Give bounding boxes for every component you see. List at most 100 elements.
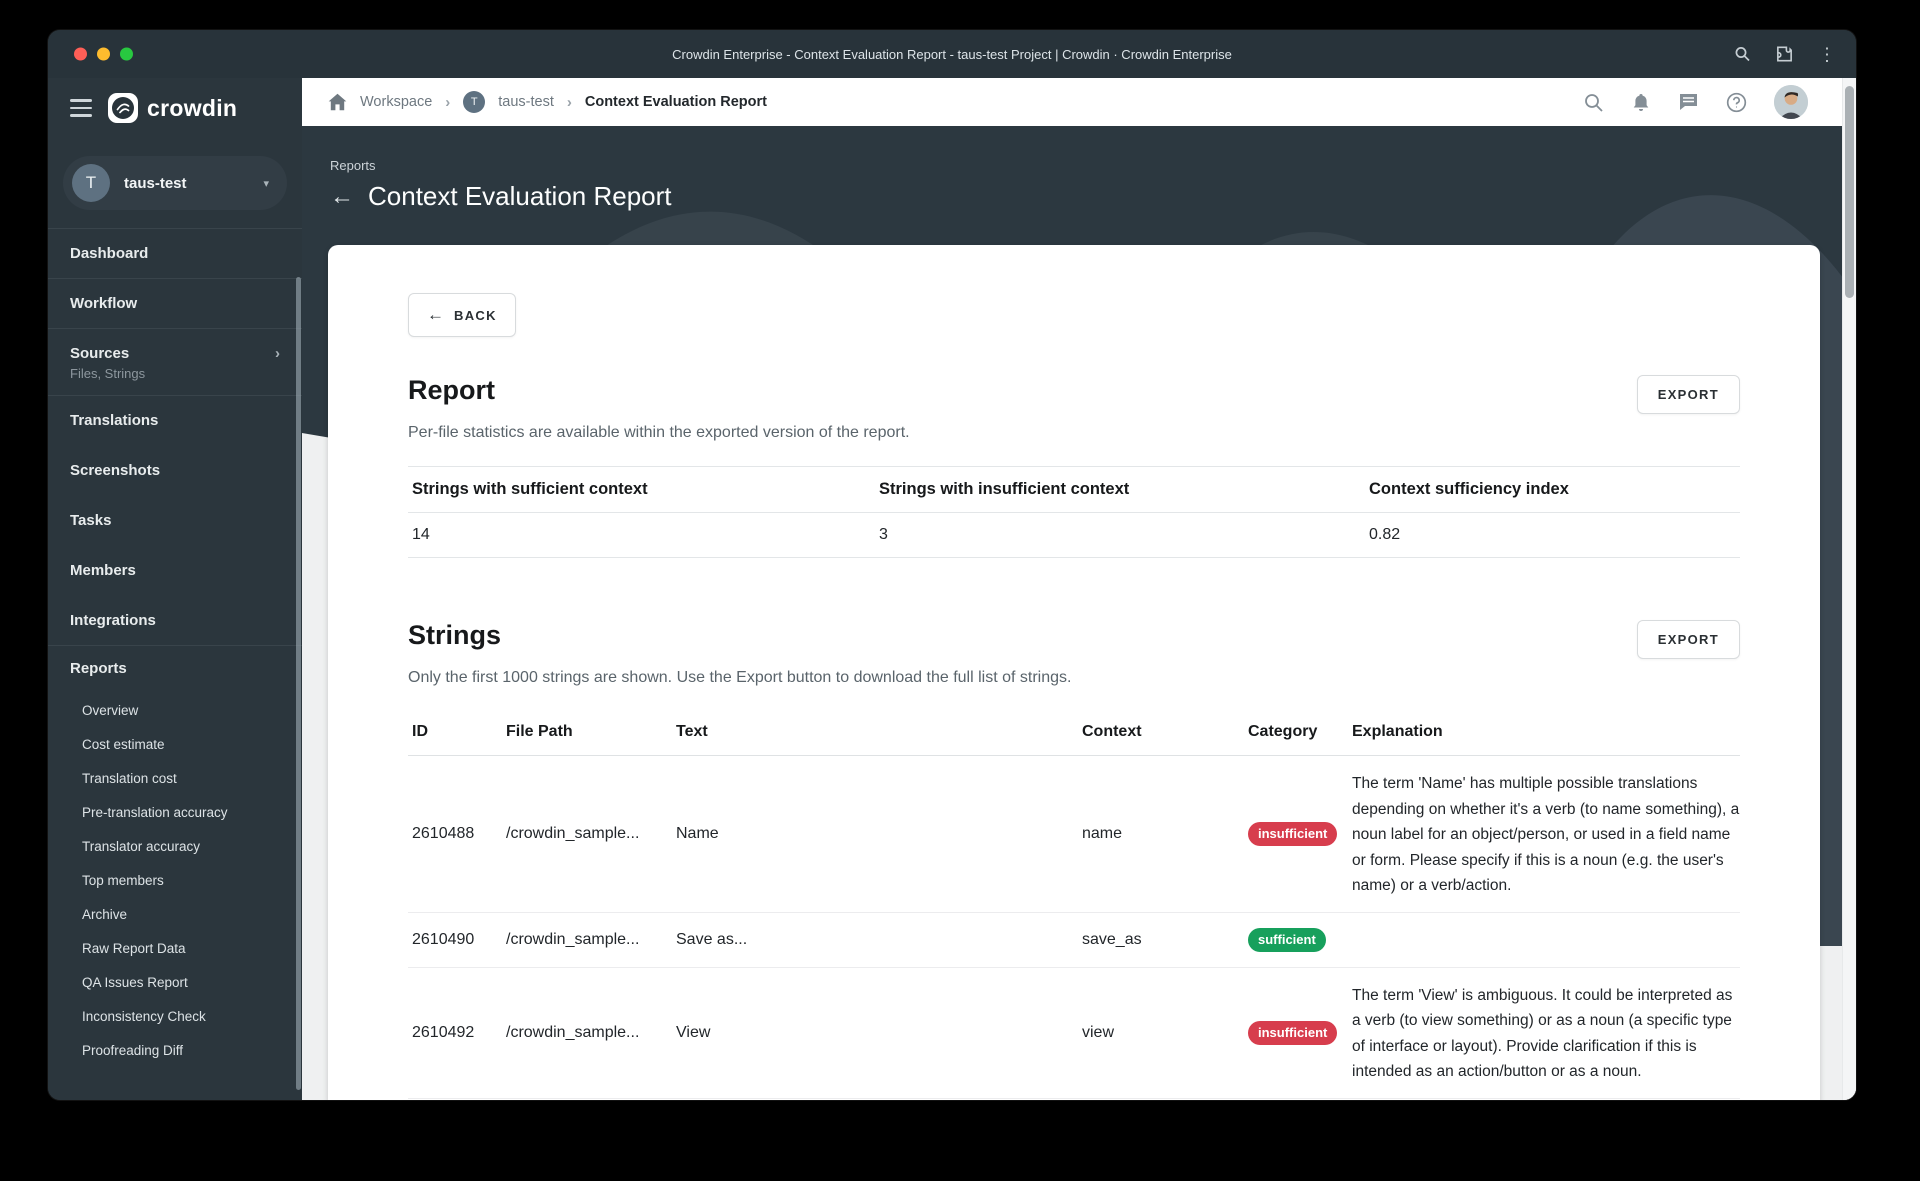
- sidebar-item-reports[interactable]: Reports: [48, 645, 302, 691]
- sidebar-item-members[interactable]: Members: [48, 545, 302, 595]
- sidebar-item-tasks[interactable]: Tasks: [48, 495, 302, 545]
- column-header-context: Context: [1082, 723, 1142, 740]
- page-title: Context Evaluation Report: [368, 181, 672, 211]
- app-window: Crowdin Enterprise - Context Evaluation …: [48, 30, 1856, 1100]
- sidebar: crowdin T taus-test ▾ Dashboard Workflow…: [48, 78, 302, 1100]
- strings-section-title: Strings: [408, 620, 502, 650]
- breadcrumb-project-avatar: T: [463, 91, 486, 113]
- browser-menu-icon[interactable]: ⋮: [1818, 45, 1836, 63]
- column-header-file-path: File Path: [506, 723, 573, 740]
- cell-file-path: /crowdin_sample...: [506, 930, 640, 948]
- page-scrollbar: [1842, 78, 1856, 1100]
- stat-header: Strings with sufficient context: [412, 480, 648, 498]
- sidebar-item-inconsistency-check[interactable]: Inconsistency Check: [48, 999, 302, 1033]
- strings-export-button[interactable]: EXPORT: [1636, 620, 1740, 659]
- table-row: 2610492 /crowdin_sample... View view ins…: [408, 968, 1740, 1099]
- minimize-window-button[interactable]: [97, 47, 110, 61]
- sidebar-item-archive[interactable]: Archive: [48, 897, 302, 931]
- strings-description: Only the first 1000 strings are shown. U…: [408, 669, 1072, 686]
- cell-explanation: The term 'Name' has multiple possible tr…: [1352, 775, 1740, 894]
- sidebar-item-qa-issues-report[interactable]: QA Issues Report: [48, 965, 302, 999]
- report-stats-table: Strings with sufficient context Strings …: [408, 466, 1740, 558]
- sidebar-item-dashboard[interactable]: Dashboard: [48, 228, 302, 278]
- sidebar-scrollbar[interactable]: [296, 277, 301, 1090]
- user-avatar[interactable]: [1774, 85, 1808, 119]
- column-header-category: Category: [1248, 723, 1318, 740]
- search-icon[interactable]: [1583, 92, 1604, 113]
- sidebar-item-translator-accuracy[interactable]: Translator accuracy: [48, 829, 302, 863]
- sidebar-item-integrations[interactable]: Integrations: [48, 595, 302, 645]
- cell-id: 2610490: [412, 930, 475, 948]
- crowdin-wordmark: crowdin: [147, 94, 238, 121]
- sidebar-item-top-members[interactable]: Top members: [48, 863, 302, 897]
- cell-text: Name: [676, 824, 719, 842]
- cell-text: View: [676, 1023, 711, 1041]
- stat-header: Context sufficiency index: [1369, 480, 1569, 498]
- stat-value: 3: [879, 526, 888, 543]
- column-header-explanation: Explanation: [1352, 723, 1443, 740]
- sidebar-item-overview[interactable]: Overview: [48, 693, 302, 727]
- titlebar-search-icon[interactable]: [1734, 46, 1751, 63]
- sidebar-item-cost-estimate[interactable]: Cost estimate: [48, 727, 302, 761]
- cell-file-path: /crowdin_sample...: [506, 824, 640, 842]
- report-card: ← BACK Report EXPORT Per-file statistics…: [328, 245, 1820, 1100]
- stat-header: Strings with insufficient context: [879, 480, 1130, 498]
- sidebar-item-proofreading-diff[interactable]: Proofreading Diff: [48, 1033, 302, 1067]
- crowdin-logo[interactable]: crowdin: [108, 93, 237, 123]
- breadcrumb-project[interactable]: taus-test: [498, 94, 554, 110]
- chevron-right-icon: ›: [275, 345, 280, 362]
- page-back-arrow-icon[interactable]: ←: [330, 183, 354, 211]
- zoom-window-button[interactable]: [120, 47, 133, 61]
- sidebar-item-translations[interactable]: Translations: [48, 395, 302, 445]
- table-row: 2610490 /crowdin_sample... Save as... sa…: [408, 913, 1740, 968]
- hamburger-menu-icon[interactable]: [70, 99, 92, 117]
- caret-down-icon: ▾: [263, 177, 269, 190]
- titlebar: Crowdin Enterprise - Context Evaluation …: [48, 30, 1856, 78]
- table-row: 2610488 /crowdin_sample... Name name ins…: [408, 756, 1740, 913]
- crowdin-logo-icon: [108, 93, 138, 123]
- traffic-lights: [74, 47, 133, 61]
- page-scrollbar-thumb[interactable]: [1845, 86, 1854, 298]
- close-window-button[interactable]: [74, 47, 87, 61]
- sidebar-item-raw-report-data[interactable]: Raw Report Data: [48, 931, 302, 965]
- project-name: taus-test: [124, 174, 187, 192]
- help-icon[interactable]: [1726, 92, 1747, 113]
- strings-table: ID File Path Text Context Category Expla…: [408, 709, 1740, 1099]
- stat-value: 14: [412, 526, 430, 543]
- cell-explanation: The term 'View' is ambiguous. It could b…: [1352, 986, 1733, 1081]
- topbar: Workspace › T taus-test › Context Evalua…: [302, 78, 1856, 126]
- page-content: Reports ← Context Evaluation Report ← BA…: [302, 126, 1856, 1100]
- category-badge: insufficient: [1248, 821, 1338, 846]
- messages-icon[interactable]: [1678, 92, 1699, 112]
- cell-context: view: [1082, 1023, 1115, 1041]
- breadcrumb-workspace[interactable]: Workspace: [360, 94, 432, 110]
- cell-id: 2610492: [412, 1023, 475, 1041]
- sidebar-item-translation-cost[interactable]: Translation cost: [48, 761, 302, 795]
- column-header-text: Text: [676, 723, 708, 740]
- notifications-bell-icon[interactable]: [1631, 92, 1651, 113]
- category-badge: sufficient: [1248, 927, 1326, 952]
- project-avatar: T: [72, 164, 110, 202]
- stat-value: 0.82: [1369, 526, 1401, 543]
- window-title: Crowdin Enterprise - Context Evaluation …: [672, 46, 1232, 62]
- project-selector[interactable]: T taus-test ▾: [63, 156, 287, 210]
- back-button[interactable]: ← BACK: [408, 293, 516, 337]
- sidebar-item-workflow[interactable]: Workflow: [48, 278, 302, 328]
- back-arrow-icon: ←: [427, 305, 444, 324]
- sidebar-item-screenshots[interactable]: Screenshots: [48, 445, 302, 495]
- report-section-title: Report: [408, 375, 495, 405]
- cell-context: name: [1082, 824, 1123, 842]
- strings-table-header: ID File Path Text Context Category Expla…: [408, 709, 1740, 756]
- home-icon[interactable]: [328, 93, 347, 111]
- extensions-icon[interactable]: [1775, 45, 1794, 64]
- cell-id: 2610488: [412, 824, 475, 842]
- main-area: Workspace › T taus-test › Context Evalua…: [302, 78, 1856, 1100]
- breadcrumb-chevron-icon: ›: [445, 93, 451, 111]
- breadcrumb-current-page: Context Evaluation Report: [584, 94, 767, 110]
- cell-file-path: /crowdin_sample...: [506, 1023, 640, 1041]
- report-description: Per-file statistics are available within…: [408, 424, 910, 441]
- sidebar-item-pre-translation-accuracy[interactable]: Pre-translation accuracy: [48, 795, 302, 829]
- cell-text: Save as...: [676, 930, 748, 948]
- column-header-id: ID: [412, 723, 428, 740]
- report-export-button[interactable]: EXPORT: [1636, 375, 1740, 414]
